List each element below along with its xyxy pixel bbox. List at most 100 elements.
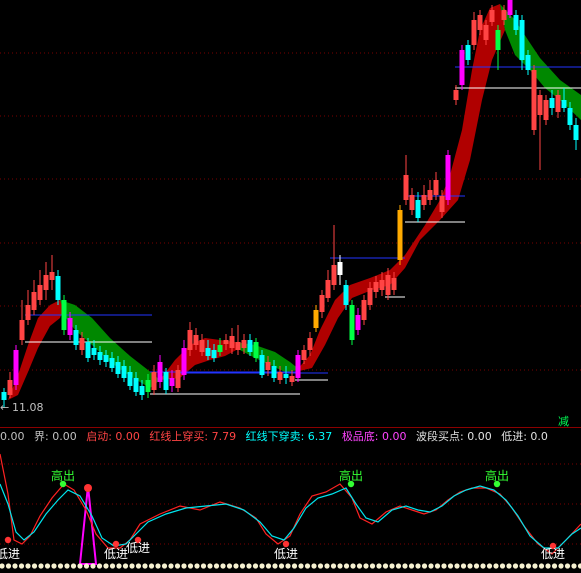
candle-body bbox=[67, 318, 73, 335]
candle-body bbox=[313, 310, 319, 328]
candle-body bbox=[415, 200, 421, 218]
candle-body bbox=[229, 336, 235, 348]
oscillator-panel[interactable]: 高出低进 低进低进高出低进高出低进 bbox=[0, 444, 581, 573]
candle-body bbox=[427, 190, 433, 200]
candle-body bbox=[343, 285, 349, 305]
candle-body bbox=[397, 210, 403, 260]
baseline-dot bbox=[239, 563, 246, 569]
spike-top-dot bbox=[84, 484, 92, 492]
candle-body bbox=[127, 372, 133, 386]
baseline-dot bbox=[454, 563, 460, 569]
candle-body bbox=[379, 280, 385, 290]
candle-body bbox=[319, 295, 325, 312]
legend-item-red-cross-buy: 红线上穿买: 7.79 bbox=[149, 430, 237, 443]
baseline-dot bbox=[57, 563, 64, 569]
candle-body bbox=[79, 338, 85, 350]
baseline-dot bbox=[356, 563, 363, 569]
baseline-dot bbox=[304, 563, 311, 569]
baseline-dot bbox=[460, 563, 467, 569]
candle-body bbox=[543, 100, 549, 120]
candle-body bbox=[537, 95, 543, 115]
high-out-label: 高出 bbox=[51, 468, 75, 483]
baseline-dot bbox=[571, 563, 577, 569]
baseline-dot bbox=[389, 563, 395, 569]
candle-body bbox=[295, 355, 301, 378]
baseline-dot bbox=[135, 563, 142, 569]
baseline-dot bbox=[564, 563, 571, 569]
legend-item-extreme-bottom: 极品底: 0.00 bbox=[341, 430, 407, 443]
baseline-dot bbox=[31, 563, 38, 569]
baseline-dot bbox=[337, 563, 343, 569]
low-price-arrow: ← bbox=[0, 401, 10, 414]
candle-body bbox=[403, 175, 409, 200]
candle-body bbox=[439, 196, 445, 212]
candle-body bbox=[1, 392, 7, 400]
legend-item-red-cross-sell: 红线下穿卖: 6.37 bbox=[245, 430, 333, 443]
baseline-dot bbox=[38, 563, 44, 569]
candle-body bbox=[355, 315, 361, 330]
baseline-dot bbox=[122, 563, 129, 569]
high-out-label: 高出 bbox=[339, 468, 363, 483]
high-out-label: 高出 bbox=[485, 468, 509, 483]
baseline-dot bbox=[96, 563, 103, 569]
baseline-dot bbox=[161, 563, 168, 569]
candle-body bbox=[37, 285, 43, 300]
candle-body bbox=[373, 282, 379, 292]
candle-body bbox=[495, 30, 501, 50]
baseline-dot bbox=[330, 563, 337, 569]
candle-body bbox=[471, 20, 477, 45]
baseline-dot bbox=[486, 563, 493, 569]
legend-item-boundary: 界: 0.00 bbox=[34, 430, 77, 443]
baseline-dot bbox=[200, 563, 207, 569]
baseline-dot bbox=[350, 563, 356, 569]
low-in-label: 低进 bbox=[274, 547, 298, 561]
candle-body bbox=[19, 320, 25, 340]
ribbon-segment bbox=[295, 4, 505, 372]
legend-item-band-buy: 波段买点: 0.00 bbox=[416, 430, 492, 443]
baseline-dot bbox=[519, 563, 525, 569]
candle-body bbox=[91, 348, 97, 355]
candle-body bbox=[205, 348, 211, 356]
oscillator-dot-row bbox=[0, 563, 581, 569]
baseline-dot bbox=[168, 563, 174, 569]
baseline-dot bbox=[25, 563, 31, 569]
baseline-dot bbox=[246, 563, 252, 569]
baseline-dot bbox=[51, 563, 57, 569]
baseline-dot bbox=[480, 563, 486, 569]
baseline-dot bbox=[551, 563, 558, 569]
magenta-spike bbox=[78, 485, 98, 565]
candle-body bbox=[489, 10, 495, 22]
candle-body bbox=[453, 90, 459, 100]
candle-body bbox=[283, 374, 289, 378]
candle-body bbox=[97, 352, 103, 360]
candle-body bbox=[561, 100, 567, 108]
candle-body bbox=[507, 0, 513, 15]
candle-body bbox=[235, 342, 241, 350]
baseline-dot bbox=[109, 563, 116, 569]
baseline-dot bbox=[376, 563, 382, 569]
candle-body bbox=[139, 386, 145, 395]
candle-body bbox=[531, 70, 537, 130]
candle-body bbox=[145, 380, 151, 392]
candle-body bbox=[307, 338, 313, 350]
baseline-dot bbox=[317, 563, 324, 569]
baseline-dot bbox=[415, 563, 421, 569]
candle-body bbox=[391, 278, 397, 290]
baseline-dot bbox=[103, 563, 109, 569]
candle-body bbox=[169, 378, 175, 386]
main-candlestick-chart[interactable] bbox=[0, 0, 581, 425]
baseline-dot bbox=[402, 563, 408, 569]
low-price-label: 11.08 bbox=[12, 401, 44, 414]
candle-body bbox=[555, 95, 561, 112]
candle-body bbox=[301, 350, 307, 360]
candle-body bbox=[271, 366, 277, 378]
baseline-dot bbox=[207, 563, 213, 569]
baseline-dot bbox=[447, 563, 454, 569]
candle-body bbox=[519, 20, 525, 60]
candle-body bbox=[289, 376, 295, 382]
candle-body bbox=[193, 335, 199, 345]
low-in-label: 低进 bbox=[541, 547, 565, 561]
candle-body bbox=[337, 262, 343, 275]
baseline-dot bbox=[259, 563, 265, 569]
baseline-dot bbox=[363, 563, 369, 569]
